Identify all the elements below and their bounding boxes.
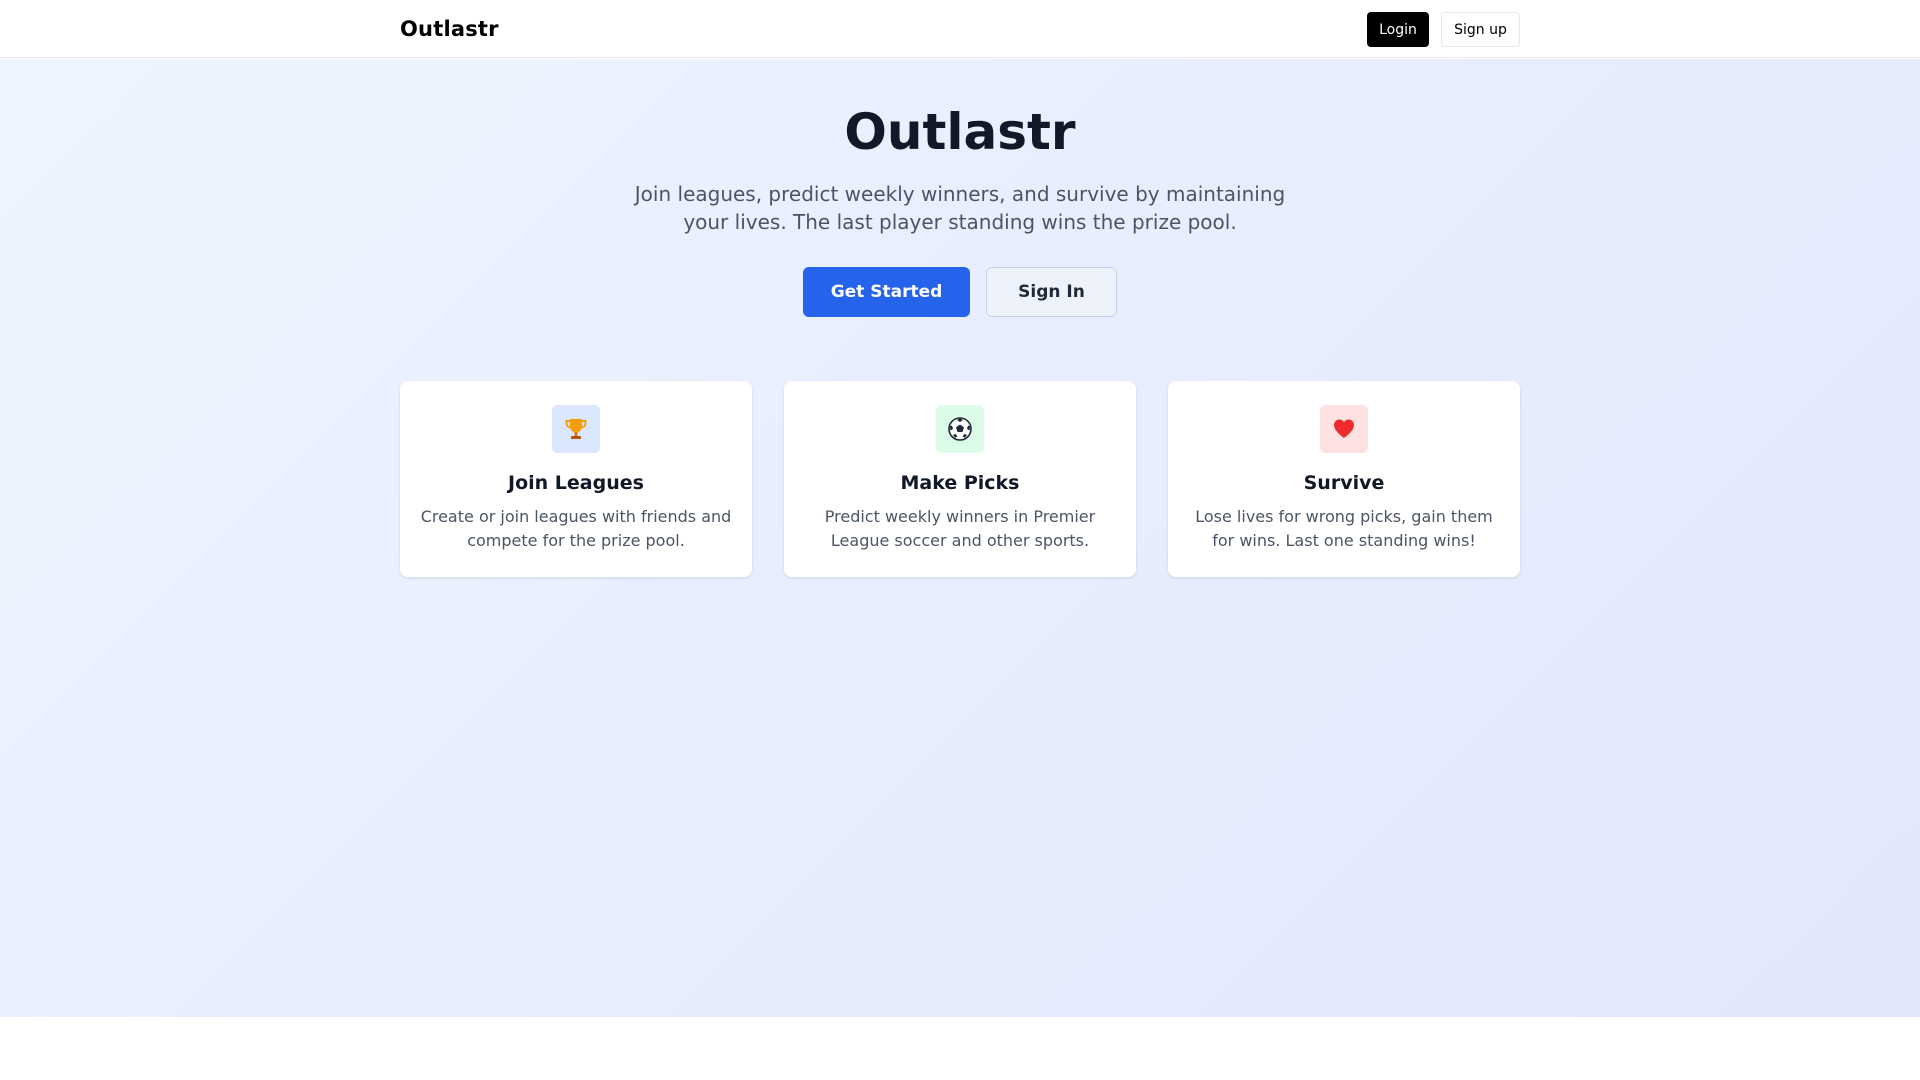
get-started-button[interactable]: Get Started: [803, 267, 970, 317]
feature-title: Join Leagues: [508, 472, 644, 494]
sign-in-button[interactable]: Sign In: [986, 267, 1117, 317]
feature-card-survive: Survive Lose lives for wrong picks, gain…: [1168, 381, 1520, 577]
feature-card-join-leagues: Join Leagues Create or join leagues with…: [400, 381, 752, 577]
feature-description: Create or join leagues with friends and …: [420, 507, 732, 550]
feature-title: Survive: [1303, 472, 1385, 494]
soccer-ball-icon: [936, 405, 984, 453]
brand-logo-text[interactable]: Outlastr: [400, 17, 499, 41]
signup-button[interactable]: Sign up: [1441, 12, 1520, 47]
hero-title: Outlastr: [844, 103, 1076, 161]
heart-icon: [1320, 405, 1368, 453]
feature-description: Predict weekly winners in Premier League…: [824, 507, 1096, 550]
top-navbar: Outlastr Login Sign up: [0, 0, 1920, 58]
hero-subtitle: Join leagues, predict weekly winners, an…: [634, 182, 1286, 234]
feature-description: Lose lives for wrong picks, gain them fo…: [1195, 507, 1493, 550]
feature-card-make-picks: Make Picks Predict weekly winners in Pre…: [784, 381, 1136, 577]
login-button[interactable]: Login: [1367, 12, 1429, 47]
feature-title: Make Picks: [900, 472, 1020, 494]
trophy-icon: [552, 405, 600, 453]
